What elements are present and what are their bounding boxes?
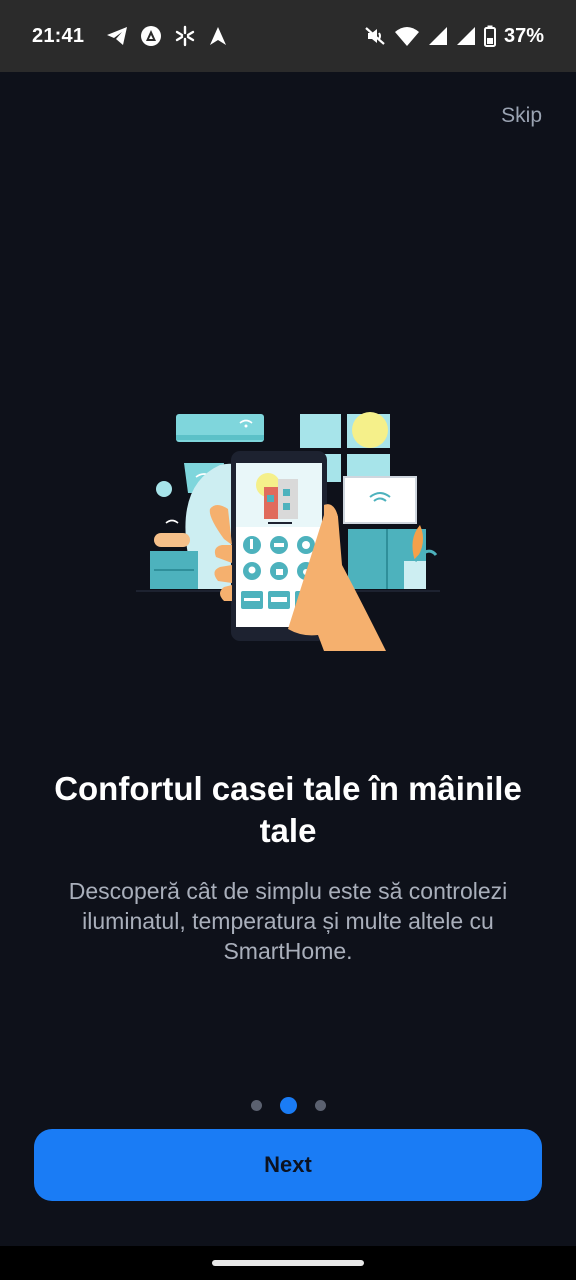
home-indicator[interactable] [212, 1260, 364, 1266]
battery-percentage: 37% [503, 24, 544, 47]
status-right: 37% [364, 25, 544, 48]
pagination-dot[interactable] [250, 1100, 262, 1111]
onboarding-title: Confortul casei tale în mâinile tale [54, 770, 522, 849]
pagination-dots [0, 1097, 576, 1114]
signal-icon [428, 27, 447, 45]
wifi-icon [394, 27, 419, 46]
arrow-app-icon [210, 27, 227, 45]
signal-icon [456, 27, 475, 45]
pagination-dot-active[interactable] [279, 1097, 297, 1114]
telegram-icon [107, 27, 128, 45]
navigation-bar [0, 1246, 576, 1280]
pinwheel-icon [175, 25, 195, 47]
next-button[interactable]: Next [34, 1129, 542, 1201]
pagination-dot[interactable] [314, 1100, 326, 1111]
status-bar: 21:41 37% [0, 0, 576, 72]
battery-icon [483, 25, 496, 47]
onboarding-subtitle: Descoperă cât de simplu este să controle… [68, 878, 508, 964]
skip-button[interactable]: Skip [501, 104, 542, 128]
status-left-icons [106, 25, 228, 47]
smart-home-phone-illustration [136, 412, 440, 651]
vpn-icon [141, 26, 162, 46]
status-time: 21:41 [32, 24, 85, 47]
mute-icon [365, 27, 385, 45]
